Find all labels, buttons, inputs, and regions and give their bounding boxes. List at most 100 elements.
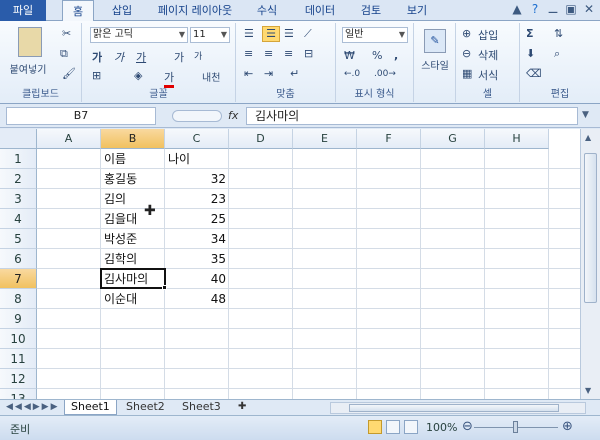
worksheet-grid[interactable]: A B C D E F G H 1 2 3 4 5 6 7 8 9 10 11 12 13 이름 나이 홍길동 32 김의 23 김을… [0,129,580,399]
format-cells-icon[interactable]: ▦ [462,67,472,80]
name-box[interactable]: B7 [6,107,156,125]
column-header-b[interactable]: B [101,129,165,149]
cut-icon[interactable]: ✂ [62,27,71,40]
row-header-9[interactable]: 9 [0,309,37,329]
wrap-text-icon[interactable]: ↵ [290,67,299,80]
decrease-indent-icon[interactable]: ⇤ [244,67,253,80]
copy-icon[interactable]: ⧉ [60,47,68,61]
phonetic-button[interactable]: 내천 [202,69,220,84]
align-center-icon[interactable]: ≡ [264,47,273,60]
formula-bar-splitter[interactable] [172,110,222,122]
column-header-d[interactable]: D [229,129,293,149]
align-middle-icon[interactable]: ☰ [262,26,280,42]
borders-icon[interactable]: ⊞ [92,69,101,82]
row-header-12[interactable]: 12 [0,369,37,389]
autosum-icon[interactable]: Σ [526,27,534,40]
column-header-g[interactable]: G [421,129,485,149]
bold-button[interactable]: 가 [92,49,102,65]
grow-font-button[interactable]: 가 [174,49,184,65]
sheet-nav-buttons[interactable]: ◀◀◀▶▶▶ [6,402,60,412]
cell-c4[interactable]: 25 [165,209,229,229]
increase-indent-icon[interactable]: ⇥ [264,67,273,80]
paste-icon[interactable] [18,27,42,57]
row-header-7[interactable]: 7 [0,269,37,289]
font-name-combo[interactable]: 맑은 고딕 ▼ [90,27,188,43]
number-format-combo[interactable]: 일반 ▼ [342,27,408,43]
styles-label[interactable]: 스타일 [414,57,456,72]
close-icon[interactable]: ✕ [582,2,596,16]
cell-b5[interactable]: 박성준 [101,229,165,249]
tab-file[interactable]: 파일 [0,0,46,21]
cell-c1[interactable]: 나이 [165,149,229,169]
tab-page-layout[interactable]: 페이지 레이아웃 [148,0,242,21]
sheet-tab-2[interactable]: Sheet2 [120,400,171,415]
row-header-5[interactable]: 5 [0,229,37,249]
zoom-level[interactable]: 100% [426,421,457,434]
zoom-out-icon[interactable]: ⊖ [462,419,473,434]
select-all-corner[interactable] [0,129,37,149]
sheet-tab-1[interactable]: Sheet1 [64,400,117,415]
cell-c3[interactable]: 23 [165,189,229,209]
align-left-icon[interactable]: ≡ [244,47,253,60]
row-header-6[interactable]: 6 [0,249,37,269]
cell-c6[interactable]: 35 [165,249,229,269]
minimize-icon[interactable]: ⚊ [546,2,560,16]
delete-cells-icon[interactable]: ⊖ [462,47,471,60]
cell-b8[interactable]: 이순대 [101,289,165,309]
row-header-8[interactable]: 8 [0,289,37,309]
expand-formula-icon[interactable]: ▼ [582,110,589,120]
collapse-ribbon-icon[interactable]: ▲ [510,2,524,16]
tab-home[interactable]: 홈 [62,0,94,22]
horizontal-scroll-thumb[interactable] [349,404,559,412]
row-header-1[interactable]: 1 [0,149,37,169]
help-icon[interactable]: ? [528,2,542,16]
page-break-view-icon[interactable] [404,420,418,434]
italic-button[interactable]: 가 [114,49,124,65]
align-top-icon[interactable]: ☰ [244,27,254,40]
cell-c8[interactable]: 48 [165,289,229,309]
column-header-h[interactable]: H [485,129,549,149]
tab-view[interactable]: 보기 [400,0,434,21]
tab-insert[interactable]: 삽입 [104,0,140,21]
delete-cells-label[interactable]: 삭제 [478,47,498,63]
column-header-e[interactable]: E [293,129,357,149]
fill-icon[interactable]: ⬇ [526,47,535,60]
align-right-icon[interactable]: ≡ [284,47,293,60]
new-sheet-icon[interactable]: ✚ [232,400,252,415]
currency-icon[interactable]: ₩ [344,49,355,62]
underline-button[interactable]: 가 [136,49,146,65]
cell-c7[interactable]: 40 [165,269,229,289]
sort-filter-icon[interactable]: ⇅ [554,27,563,40]
format-painter-icon[interactable]: 🖌 [62,67,76,80]
column-header-f[interactable]: F [357,129,421,149]
zoom-slider-thumb[interactable] [513,421,518,433]
cell-c2[interactable]: 32 [165,169,229,189]
tab-data[interactable]: 데이터 [298,0,342,21]
insert-function-icon[interactable]: fx [228,109,238,122]
scroll-down-icon[interactable]: ▼ [585,386,591,395]
page-layout-view-icon[interactable] [386,420,400,434]
cell-c5[interactable]: 34 [165,229,229,249]
column-header-a[interactable]: A [37,129,101,149]
scroll-up-icon[interactable]: ▲ [585,133,591,142]
row-header-13[interactable]: 13 [0,389,37,399]
column-header-c[interactable]: C [165,129,229,149]
insert-cells-label[interactable]: 삽입 [478,27,498,43]
horizontal-scrollbar[interactable] [330,402,586,414]
cell-b6[interactable]: 김학의 [101,249,165,269]
find-select-icon[interactable]: ⌕ [554,47,560,61]
row-header-2[interactable]: 2 [0,169,37,189]
restore-icon[interactable]: ▣ [564,2,578,16]
vertical-scroll-thumb[interactable] [584,153,597,303]
row-header-11[interactable]: 11 [0,349,37,369]
row-header-3[interactable]: 3 [0,189,37,209]
insert-cells-icon[interactable]: ⊕ [462,27,471,40]
sheet-tab-3[interactable]: Sheet3 [176,400,227,415]
clear-icon[interactable]: ⌫ [526,67,542,80]
zoom-in-icon[interactable]: ⊕ [562,419,573,434]
formula-input[interactable]: 김사마의 [246,107,578,125]
increase-decimal-icon[interactable]: ←.0 [344,69,360,79]
row-header-10[interactable]: 10 [0,329,37,349]
font-size-combo[interactable]: 11 ▼ [190,27,230,43]
cell-b1[interactable]: 이름 [101,149,165,169]
